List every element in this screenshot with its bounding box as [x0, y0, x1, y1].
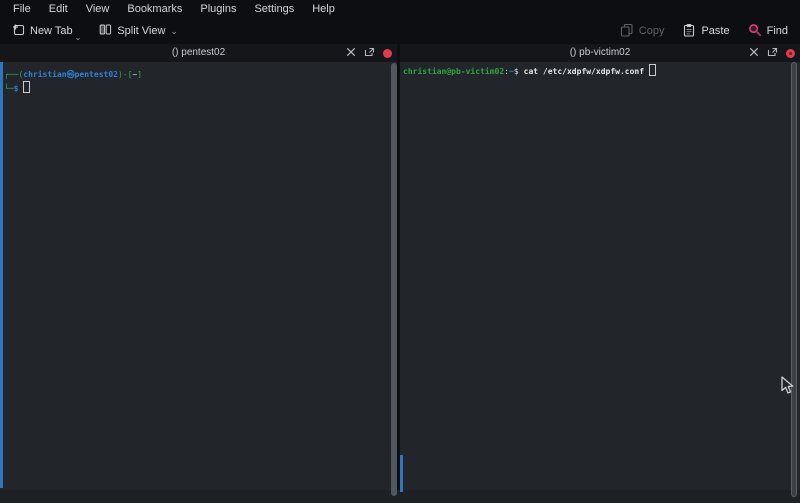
typed-command: cat /etc/xdpfw/xdpfw.conf	[524, 67, 644, 76]
copy-icon	[620, 23, 634, 40]
terminal-left[interactable]: ┌──(christian㉿pentest02)-[~]└─$	[0, 62, 397, 490]
menu-bookmarks[interactable]: Bookmarks	[118, 1, 191, 17]
konsole-window: File Edit View Bookmarks Plugins Setting…	[0, 0, 800, 503]
maximize-view-icon[interactable]	[346, 44, 356, 62]
mouse-pointer-icon	[781, 376, 796, 400]
scrollbar-right-pane[interactable]	[791, 62, 797, 497]
pane-title-left: () pentest02	[0, 44, 397, 62]
chevron-down-icon: ⌄	[75, 35, 82, 41]
terminal-right[interactable]: christian@pb-victim02:~$cat /etc/xdpfw/x…	[400, 62, 800, 490]
scrollbar-left-pane[interactable]	[391, 63, 397, 496]
menu-view[interactable]: View	[77, 1, 119, 17]
detach-view-icon[interactable]	[767, 44, 778, 62]
find-label: Find	[767, 25, 788, 37]
chevron-down-icon: ⌄	[170, 28, 178, 34]
split-view-label: Split View	[117, 25, 165, 37]
pane-header-right-buttons	[749, 44, 795, 62]
clipboard-icon	[682, 23, 696, 40]
menu-help[interactable]: Help	[303, 1, 344, 17]
menu-file[interactable]: File	[4, 1, 40, 17]
terminal-output-right: christian@pb-victim02:~$cat /etc/xdpfw/x…	[400, 62, 800, 78]
prompt-user-host: christian㉿pentest02	[23, 70, 118, 79]
tab-new-icon	[12, 23, 25, 39]
copy-label: Copy	[639, 25, 665, 37]
menu-plugins[interactable]: Plugins	[191, 1, 245, 17]
close-pane-button[interactable]	[786, 49, 795, 58]
prompt-frame: ┌──(	[4, 70, 23, 79]
copy-button[interactable]: Copy	[616, 20, 669, 43]
scroll-indicator-right-pane[interactable]	[400, 455, 403, 492]
menu-settings[interactable]: Settings	[245, 1, 303, 17]
prompt-symbol: $	[514, 67, 519, 76]
prompt-frame: )-[	[118, 70, 132, 79]
pane-title-right: () pb-victim02	[400, 44, 800, 62]
split-view-button[interactable]: Split View ⌄	[95, 20, 182, 42]
pane-header-left[interactable]: () pentest02	[0, 44, 397, 62]
magnifier-icon	[748, 23, 762, 40]
prompt-frame: ]	[137, 70, 142, 79]
pane-header-left-buttons	[346, 44, 392, 62]
menubar: File Edit View Bookmarks Plugins Setting…	[0, 0, 800, 18]
prompt-frame: └─	[4, 84, 14, 93]
split-view-icon	[99, 23, 112, 39]
terminal-cursor	[23, 81, 30, 93]
pane-header-right[interactable]: () pb-victim02	[400, 44, 800, 62]
new-tab-label: New Tab	[30, 25, 73, 37]
prompt-user-host: christian@pb-victim02	[403, 67, 504, 76]
terminal-cursor	[649, 64, 656, 76]
toolbar: New Tab ⌄ Split View ⌄	[0, 18, 800, 44]
detach-view-icon[interactable]	[364, 44, 375, 62]
new-tab-button[interactable]: New Tab ⌄	[8, 20, 85, 42]
paste-label: Paste	[701, 25, 729, 37]
prompt-symbol: $	[14, 84, 19, 93]
toolbar-left-group: New Tab ⌄ Split View ⌄	[8, 20, 182, 42]
menu-edit[interactable]: Edit	[40, 1, 77, 17]
maximize-view-icon[interactable]	[749, 44, 759, 62]
scroll-indicator-left-pane[interactable]	[0, 62, 3, 488]
close-pane-button[interactable]	[383, 49, 392, 58]
find-button[interactable]: Find	[744, 20, 792, 43]
terminal-output-left: ┌──(christian㉿pentest02)-[~]└─$	[0, 62, 397, 95]
paste-button[interactable]: Paste	[678, 20, 733, 43]
toolbar-right-group: Copy Paste	[616, 20, 792, 43]
